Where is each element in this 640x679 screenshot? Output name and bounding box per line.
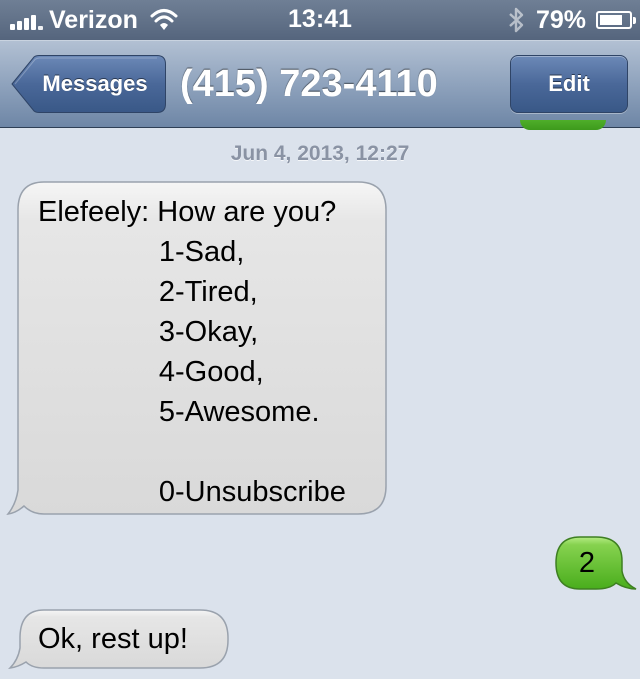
battery-icon: [596, 11, 636, 29]
previous-message-bubble: [520, 120, 606, 130]
incoming-message-bubble[interactable]: Ok, rest up!: [8, 608, 230, 670]
message-text: Elefeely: How are you? 1-Sad, 2-Tired, 3…: [38, 196, 346, 508]
outgoing-message-bubble[interactable]: 2: [554, 535, 638, 591]
message-text: Ok, rest up!: [38, 623, 188, 655]
navigation-bar: Messages (415) 723-4110 Edit: [0, 40, 640, 128]
message-text: 2: [578, 547, 596, 579]
bluetooth-icon: [509, 7, 524, 33]
message-timestamp: Jun 4, 2013, 12:27: [230, 142, 410, 165]
edit-button[interactable]: Edit: [510, 55, 628, 113]
back-button-label: Messages: [42, 71, 148, 96]
contact-title: (415) 723-4110: [180, 63, 438, 105]
battery-percent: 79%: [535, 5, 586, 34]
status-bar: Verizon 13:41 79%: [0, 0, 640, 40]
incoming-message-bubble[interactable]: Elefeely: How are you? 1-Sad, 2-Tired, 3…: [6, 180, 388, 518]
status-bar-right: 79%: [506, 5, 636, 34]
messages-back-button[interactable]: Messages: [10, 55, 166, 113]
